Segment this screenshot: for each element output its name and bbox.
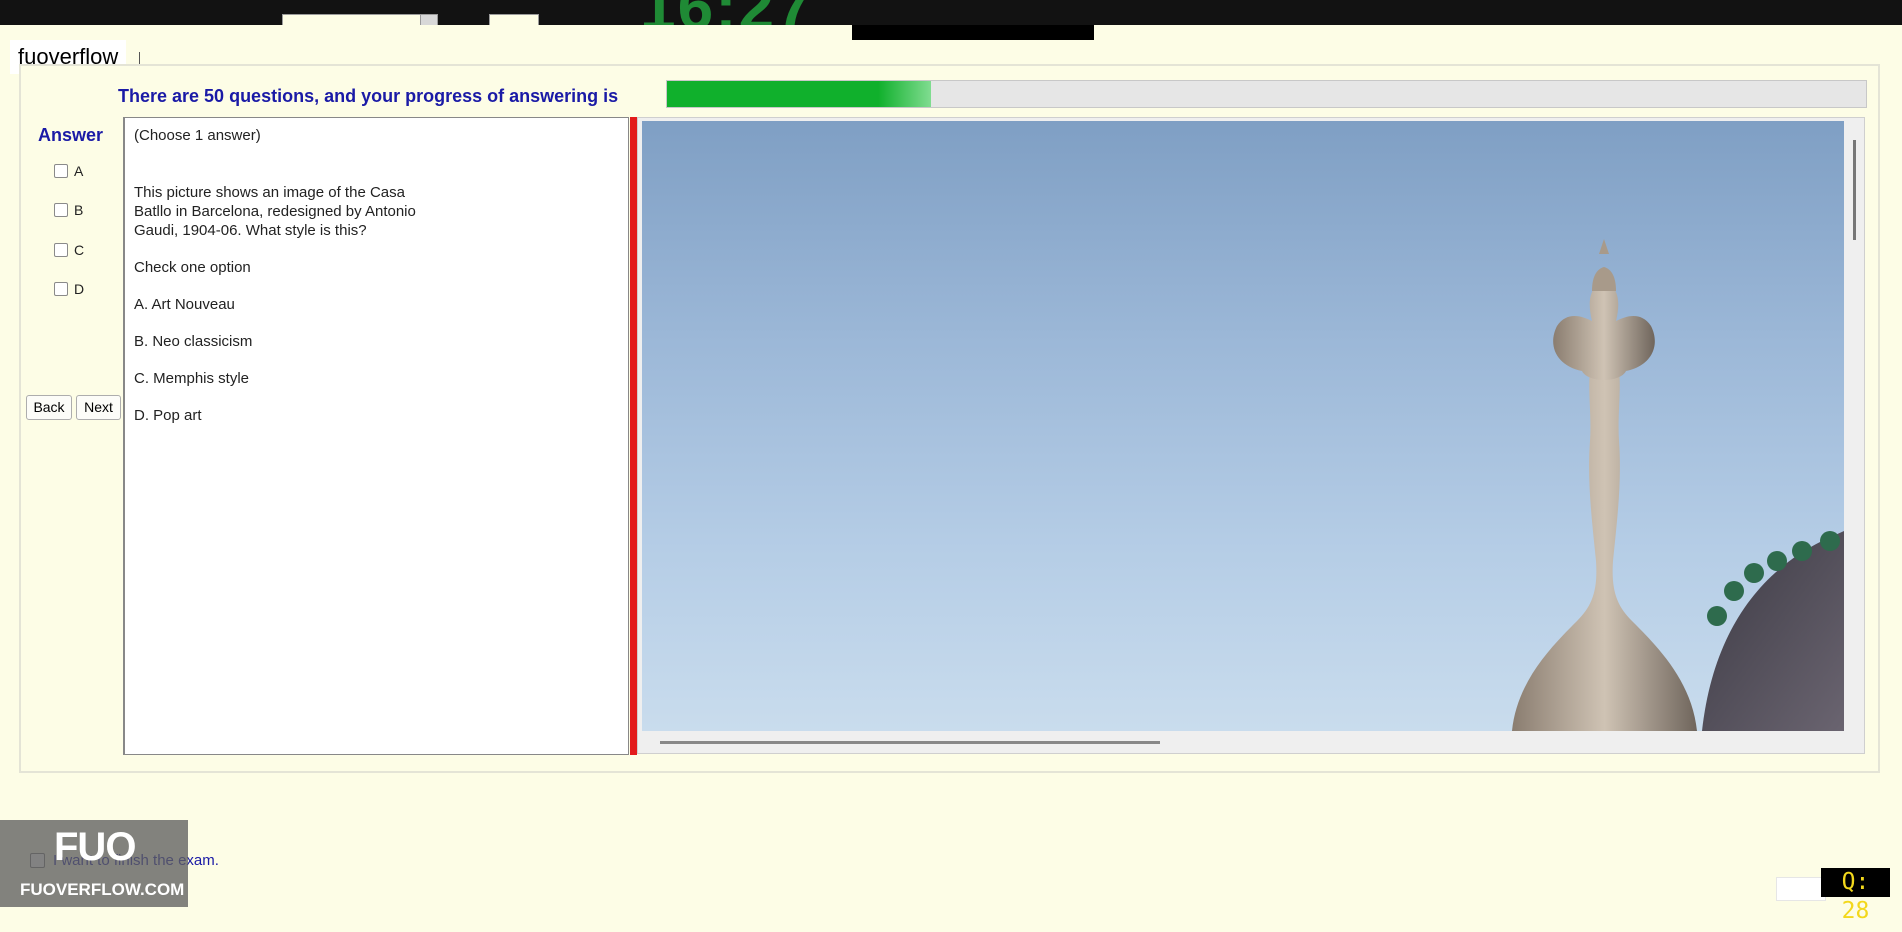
redaction-box <box>852 25 1094 40</box>
choice-text: B. Neo classicism <box>134 333 253 350</box>
progress-label: There are 50 questions, and your progres… <box>118 86 619 106</box>
question-panel: (Choose 1 answer) This picture shows an … <box>123 117 629 755</box>
panel-splitter[interactable] <box>630 117 637 755</box>
answer-option-a[interactable]: A <box>54 163 83 179</box>
top-small-field[interactable] <box>489 14 539 25</box>
answer-title: Answer <box>38 125 104 145</box>
checkbox-b[interactable] <box>54 203 68 217</box>
answer-option-d[interactable]: D <box>54 281 84 297</box>
bottom-input-box[interactable] <box>1776 877 1826 901</box>
top-dropdown[interactable] <box>282 14 438 25</box>
horizontal-scrollbar[interactable] <box>660 741 1160 744</box>
next-button[interactable]: Next <box>76 395 121 420</box>
progress-bar <box>666 80 1867 108</box>
question-text-line: Gaudi, 1904-06. What style is this? <box>134 222 367 239</box>
answer-option-label: D <box>74 281 85 297</box>
watermark-logo: FUO FUOVERFLOW.COM <box>0 820 188 907</box>
checkbox-c[interactable] <box>54 243 68 257</box>
question-text-line: This picture shows an image of the Casa <box>134 184 405 201</box>
checkbox-a[interactable] <box>54 164 68 178</box>
check-instruction: Check one option <box>134 259 251 276</box>
watermark-site-text: FUOVERFLOW.COM <box>20 880 185 899</box>
answer-option-label: B <box>74 202 84 218</box>
answer-option-label: A <box>74 163 84 179</box>
choice-text: D. Pop art <box>134 407 202 424</box>
dropdown-arrow-icon[interactable] <box>420 15 437 25</box>
casa-batllo-tower-image <box>1512 239 1844 731</box>
choice-text: A. Art Nouveau <box>134 296 235 313</box>
question-text-line: Batllo in Barcelona, redesigned by Anton… <box>134 203 416 220</box>
watermark-logo-text: FUO <box>54 825 136 869</box>
progress-fill <box>667 81 931 107</box>
exam-timer: 16:27 <box>640 0 814 25</box>
choice-text: C. Memphis style <box>134 370 250 387</box>
back-button[interactable]: Back <box>26 395 72 420</box>
question-instruction: (Choose 1 answer) <box>134 127 261 144</box>
question-image-panel <box>637 117 1865 754</box>
top-bar: 16:27 <box>0 0 1902 25</box>
casa-batllo-photo <box>642 121 1844 731</box>
answer-option-b[interactable]: B <box>54 202 83 218</box>
answer-option-label: C <box>74 242 85 258</box>
vertical-scrollbar[interactable] <box>1853 140 1856 240</box>
checkbox-d[interactable] <box>54 282 68 296</box>
answer-option-c[interactable]: C <box>54 242 84 258</box>
question-number-badge: Q: 28 <box>1821 868 1890 924</box>
